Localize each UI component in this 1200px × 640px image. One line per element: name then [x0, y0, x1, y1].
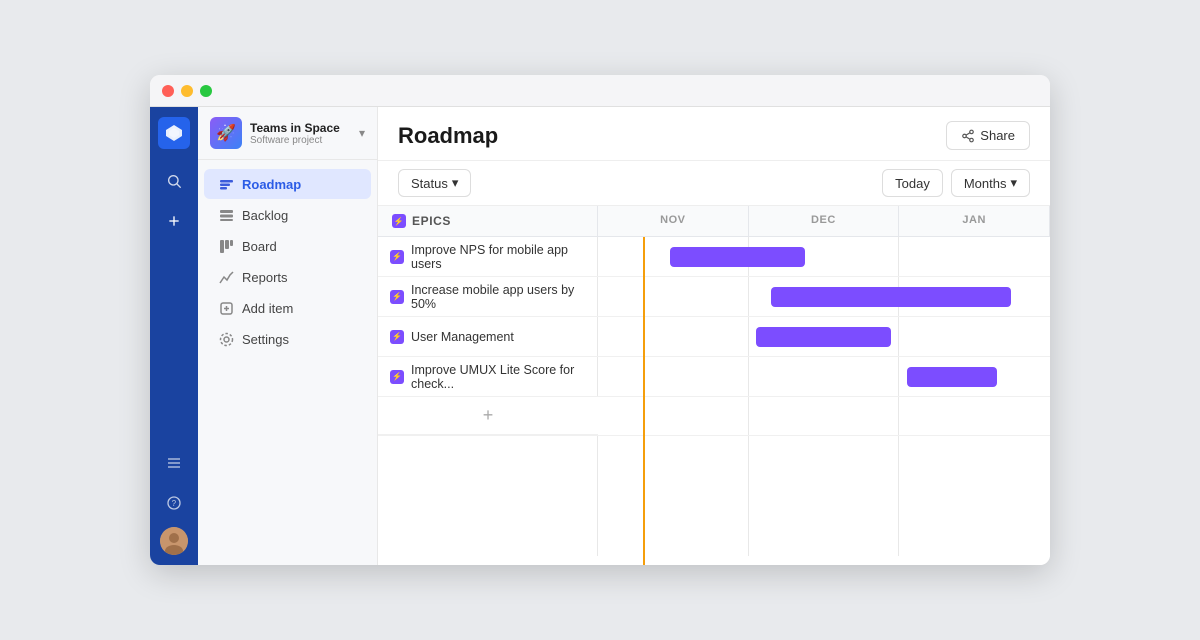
- epic-icon-2: [390, 290, 404, 304]
- today-label: Today: [895, 176, 930, 191]
- months-chevron-icon: ▾: [1010, 175, 1017, 191]
- epic-bar-3[interactable]: [756, 327, 891, 347]
- roadmap-icon: [218, 176, 234, 192]
- add-button[interactable]: [158, 205, 190, 237]
- jan-cell-3: [899, 317, 1050, 356]
- add-epic-button[interactable]: +: [378, 397, 598, 435]
- project-selector[interactable]: 🚀 Teams in Space Software project ▾: [198, 107, 377, 160]
- app-window: ? 🚀 Teams in Space Software proje: [150, 75, 1050, 565]
- titlebar: [150, 75, 1050, 107]
- table-row: Increase mobile app users by 50%: [378, 277, 1050, 317]
- project-icon: 🚀: [210, 117, 242, 149]
- main-header: Roadmap Share: [378, 107, 1050, 161]
- nov-cell-3: [598, 317, 749, 356]
- dec-column-header: DEC: [749, 206, 900, 236]
- reports-icon: [218, 269, 234, 285]
- roadmap-label: Roadmap: [242, 177, 301, 192]
- epic-cell-3: User Management: [378, 317, 598, 356]
- epic-icon-1: [390, 250, 404, 264]
- app-body: ? 🚀 Teams in Space Software proje: [150, 107, 1050, 565]
- share-button[interactable]: Share: [946, 121, 1030, 150]
- epic-cell-4: Improve UMUX Lite Score for check...: [378, 357, 598, 396]
- add-epic-section: +: [378, 397, 1050, 436]
- add-item-label: Add item: [242, 301, 293, 316]
- project-type: Software project: [250, 135, 351, 146]
- board-icon: [218, 238, 234, 254]
- nov-cell-1: [598, 237, 749, 276]
- icon-bar: ?: [150, 107, 198, 565]
- chevron-down-icon: ▾: [359, 126, 365, 140]
- gantt-header: ⚡ Epics NOV DEC JAN: [378, 206, 1050, 237]
- add-item-icon: [218, 300, 234, 316]
- dec-cell-1: [749, 237, 900, 276]
- gantt-area: ⚡ Epics NOV DEC JAN Improve NPS for mobi…: [378, 206, 1050, 565]
- dec-cell-3: [749, 317, 900, 356]
- status-chevron-icon: ▾: [452, 175, 459, 191]
- share-label: Share: [980, 128, 1015, 143]
- today-button[interactable]: Today: [882, 169, 943, 197]
- backlog-icon: [218, 207, 234, 223]
- main-content: Roadmap Share Status ▾: [378, 107, 1050, 565]
- jan-cell-1: [899, 237, 1050, 276]
- epics-label: Epics: [412, 214, 451, 228]
- dec-cell-2: [749, 277, 900, 316]
- settings-icon: [218, 331, 234, 347]
- gantt-rows: Improve NPS for mobile app users: [378, 237, 1050, 565]
- reports-label: Reports: [242, 270, 288, 285]
- menu-button[interactable]: [158, 447, 190, 479]
- epic-icon-4: [390, 370, 404, 384]
- help-button[interactable]: ?: [158, 487, 190, 519]
- sidebar-item-settings[interactable]: Settings: [204, 324, 371, 354]
- jan-cell-2: [899, 277, 1050, 316]
- epic-label-2: Increase mobile app users by 50%: [411, 283, 585, 311]
- search-button[interactable]: [158, 165, 190, 197]
- months-label: Months: [964, 176, 1007, 191]
- settings-label: Settings: [242, 332, 289, 347]
- board-label: Board: [242, 239, 277, 254]
- table-row: User Management: [378, 317, 1050, 357]
- nov-column-header: NOV: [598, 206, 749, 236]
- table-row: Improve UMUX Lite Score for check...: [378, 357, 1050, 397]
- sidebar: 🚀 Teams in Space Software project ▾: [198, 107, 378, 565]
- page-title: Roadmap: [398, 123, 498, 149]
- epic-icon-3: [390, 330, 404, 344]
- user-avatar[interactable]: [160, 527, 188, 555]
- jan-column-header: JAN: [899, 206, 1050, 236]
- epic-cell-1: Improve NPS for mobile app users: [378, 237, 598, 276]
- nov-cell-4: [598, 357, 749, 396]
- sidebar-item-reports[interactable]: Reports: [204, 262, 371, 292]
- minimize-dot[interactable]: [181, 85, 193, 97]
- epics-badge-icon: ⚡: [392, 214, 406, 228]
- jan-cell-4: [899, 357, 1050, 396]
- logo-icon[interactable]: [158, 117, 190, 149]
- epic-label-3: User Management: [411, 330, 514, 344]
- epic-cell-2: Increase mobile app users by 50%: [378, 277, 598, 316]
- months-button[interactable]: Months ▾: [951, 169, 1030, 197]
- table-row: Improve NPS for mobile app users: [378, 237, 1050, 277]
- sidebar-item-roadmap[interactable]: Roadmap: [204, 169, 371, 199]
- maximize-dot[interactable]: [200, 85, 212, 97]
- nov-cell-2: [598, 277, 749, 316]
- sidebar-item-add-item[interactable]: Add item: [204, 293, 371, 323]
- epic-label-1: Improve NPS for mobile app users: [411, 243, 585, 271]
- svg-text:?: ?: [172, 499, 177, 508]
- epic-label-4: Improve UMUX Lite Score for check...: [411, 363, 585, 391]
- backlog-label: Backlog: [242, 208, 288, 223]
- sidebar-nav: Roadmap Backlog: [198, 160, 377, 363]
- toolbar: Status ▾ Today Months ▾: [378, 161, 1050, 206]
- dec-cell-4: [749, 357, 900, 396]
- status-filter-button[interactable]: Status ▾: [398, 169, 471, 197]
- sidebar-item-backlog[interactable]: Backlog: [204, 200, 371, 230]
- sidebar-item-board[interactable]: Board: [204, 231, 371, 261]
- epic-bar-4[interactable]: [907, 367, 997, 387]
- empty-area: [378, 436, 1050, 556]
- epics-column-header: ⚡ Epics: [378, 206, 598, 236]
- status-label: Status: [411, 176, 448, 191]
- close-dot[interactable]: [162, 85, 174, 97]
- project-name: Teams in Space: [250, 121, 351, 135]
